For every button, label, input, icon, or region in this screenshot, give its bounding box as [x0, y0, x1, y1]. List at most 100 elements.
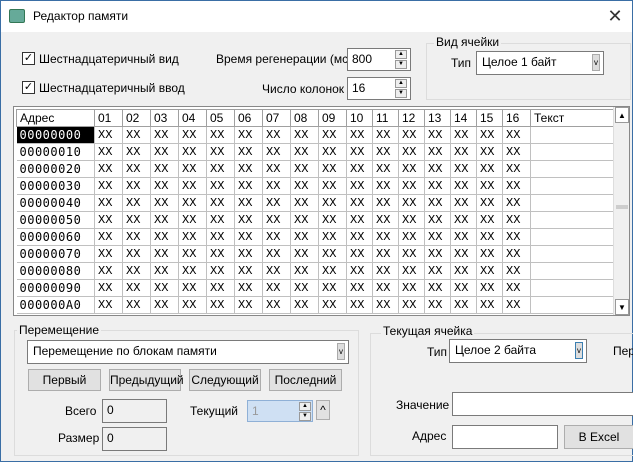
byte-cell[interactable]: XX — [94, 143, 123, 161]
byte-cell[interactable]: XX — [122, 160, 151, 178]
byte-cell[interactable]: XX — [178, 126, 207, 144]
byte-cell[interactable]: XX — [450, 177, 477, 195]
byte-cell[interactable]: XX — [262, 194, 291, 212]
byte-cell[interactable]: XX — [502, 228, 531, 246]
byte-cell[interactable]: XX — [94, 177, 123, 195]
address-cell[interactable]: 00000080 — [16, 262, 95, 280]
byte-cell[interactable]: XX — [398, 143, 425, 161]
next-button[interactable]: Следующий — [189, 369, 261, 391]
byte-cell[interactable]: XX — [424, 245, 451, 263]
address-cell[interactable]: 00000010 — [16, 143, 95, 161]
byte-cell[interactable]: XX — [150, 262, 179, 280]
address-cell[interactable]: 00000070 — [16, 245, 95, 263]
byte-cell[interactable]: XX — [94, 211, 123, 229]
memory-grid[interactable]: Адрес 01 02 03 04 05 06 07 08 09 10 11 12 13 14 15 16 Тек… — [13, 106, 630, 316]
byte-cell[interactable]: XX — [94, 245, 123, 263]
byte-cell[interactable]: XX — [424, 194, 451, 212]
byte-cell[interactable]: XX — [94, 160, 123, 178]
byte-cell[interactable]: XX — [262, 262, 291, 280]
byte-cell[interactable]: XX — [502, 245, 531, 263]
text-cell[interactable] — [530, 296, 615, 314]
byte-cell[interactable]: XX — [372, 177, 399, 195]
byte-cell[interactable]: XX — [346, 160, 373, 178]
scroll-up-icon[interactable]: ▲ — [615, 107, 629, 123]
current-up-button[interactable]: ^ — [316, 400, 330, 420]
column-header[interactable]: 09 — [318, 109, 347, 127]
column-header[interactable]: 05 — [206, 109, 235, 127]
byte-cell[interactable]: XX — [290, 160, 319, 178]
byte-cell[interactable]: XX — [450, 126, 477, 144]
column-header[interactable]: 12 — [398, 109, 425, 127]
previous-button[interactable]: Предыдущий — [109, 369, 184, 391]
byte-cell[interactable]: XX — [346, 211, 373, 229]
byte-cell[interactable]: XX — [150, 211, 179, 229]
byte-cell[interactable]: XX — [122, 194, 151, 212]
byte-cell[interactable]: XX — [502, 296, 531, 314]
byte-cell[interactable]: XX — [318, 279, 347, 297]
column-header[interactable]: 13 — [424, 109, 451, 127]
byte-cell[interactable]: XX — [346, 279, 373, 297]
byte-cell[interactable]: XX — [234, 296, 263, 314]
byte-cell[interactable]: XX — [94, 194, 123, 212]
byte-cell[interactable]: XX — [476, 296, 503, 314]
byte-cell[interactable]: XX — [290, 228, 319, 246]
column-header[interactable]: 08 — [290, 109, 319, 127]
byte-cell[interactable]: XX — [206, 177, 235, 195]
byte-cell[interactable]: XX — [234, 245, 263, 263]
column-header[interactable]: 02 — [122, 109, 151, 127]
byte-cell[interactable]: XX — [398, 194, 425, 212]
text-cell[interactable] — [530, 160, 615, 178]
byte-cell[interactable]: XX — [372, 194, 399, 212]
column-header[interactable]: 15 — [476, 109, 503, 127]
byte-cell[interactable]: XX — [262, 296, 291, 314]
byte-cell[interactable]: XX — [398, 262, 425, 280]
byte-cell[interactable]: XX — [94, 262, 123, 280]
address-cell[interactable]: 00000060 — [16, 228, 95, 246]
byte-cell[interactable]: XX — [206, 160, 235, 178]
byte-cell[interactable]: XX — [234, 211, 263, 229]
address-cell[interactable]: 00000050 — [16, 211, 95, 229]
byte-cell[interactable]: XX — [206, 211, 235, 229]
byte-cell[interactable]: XX — [450, 228, 477, 246]
text-cell[interactable] — [530, 211, 615, 229]
first-button[interactable]: Первый — [28, 369, 101, 391]
byte-cell[interactable]: XX — [476, 211, 503, 229]
byte-cell[interactable]: XX — [318, 211, 347, 229]
byte-cell[interactable]: XX — [372, 160, 399, 178]
byte-cell[interactable]: XX — [450, 160, 477, 178]
text-cell[interactable] — [530, 143, 615, 161]
byte-cell[interactable]: XX — [476, 177, 503, 195]
byte-cell[interactable]: XX — [122, 296, 151, 314]
column-header[interactable]: 01 — [94, 109, 123, 127]
byte-cell[interactable]: XX — [178, 245, 207, 263]
byte-cell[interactable]: XX — [318, 177, 347, 195]
byte-cell[interactable]: XX — [424, 177, 451, 195]
byte-cell[interactable]: XX — [290, 279, 319, 297]
byte-cell[interactable]: XX — [476, 262, 503, 280]
address-cell[interactable]: 00000090 — [16, 279, 95, 297]
byte-cell[interactable]: XX — [290, 126, 319, 144]
byte-cell[interactable]: XX — [262, 211, 291, 229]
byte-cell[interactable]: XX — [502, 211, 531, 229]
byte-cell[interactable]: XX — [502, 177, 531, 195]
address-cell[interactable]: 00000040 — [16, 194, 95, 212]
byte-cell[interactable]: XX — [262, 228, 291, 246]
byte-cell[interactable]: XX — [424, 262, 451, 280]
byte-cell[interactable]: XX — [150, 245, 179, 263]
value-input[interactable] — [452, 392, 633, 416]
byte-cell[interactable]: XX — [234, 160, 263, 178]
byte-cell[interactable]: XX — [502, 126, 531, 144]
byte-cell[interactable]: XX — [502, 160, 531, 178]
text-cell[interactable] — [530, 126, 615, 144]
byte-cell[interactable]: XX — [234, 126, 263, 144]
byte-cell[interactable]: XX — [318, 126, 347, 144]
current-cell-type-select[interactable]: Целое 2 байта v — [449, 339, 587, 363]
byte-cell[interactable]: XX — [424, 160, 451, 178]
byte-cell[interactable]: XX — [178, 211, 207, 229]
byte-cell[interactable]: XX — [94, 279, 123, 297]
column-header[interactable]: Адрес — [16, 109, 95, 127]
byte-cell[interactable]: XX — [476, 245, 503, 263]
byte-cell[interactable]: XX — [122, 126, 151, 144]
byte-cell[interactable]: XX — [450, 211, 477, 229]
byte-cell[interactable]: XX — [122, 143, 151, 161]
